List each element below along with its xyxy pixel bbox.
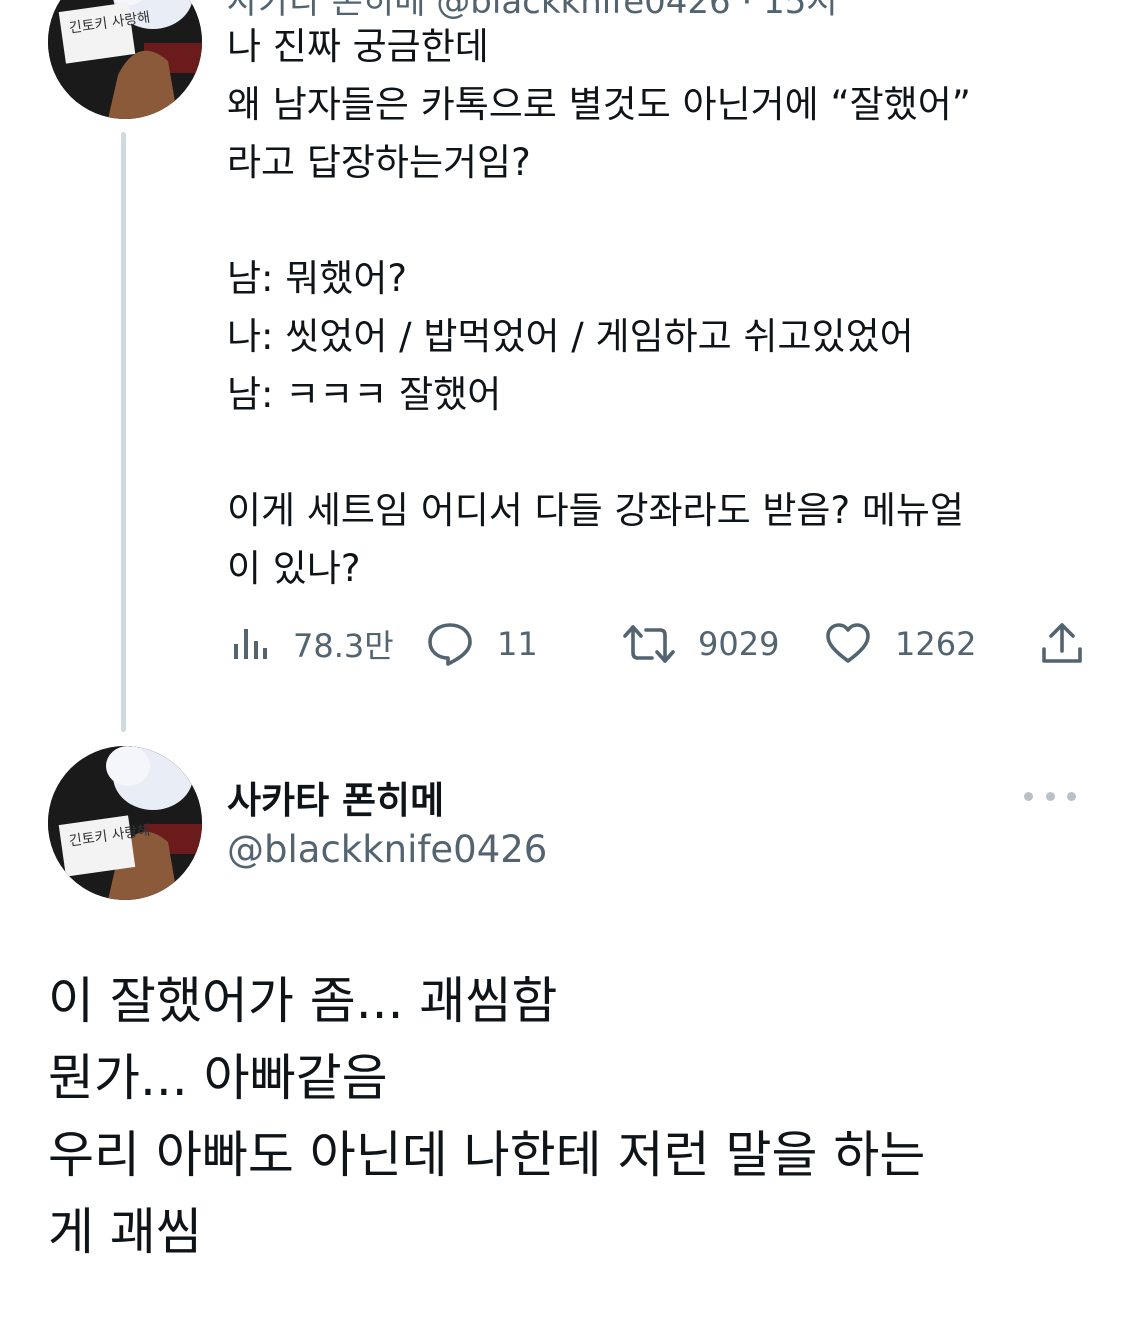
thread-connector-line: [121, 132, 126, 732]
tweet-text: 나 진짜 궁금한데 왜 남자들은 카톡으로 별것도 아닌거에 “잘했어” 라고 …: [227, 25, 971, 590]
retweet-button[interactable]: 9029: [622, 612, 779, 676]
avatar-image: 긴토키 사랑해: [48, 746, 202, 900]
author-name[interactable]: 사카타 폰히메: [227, 770, 444, 824]
author-handle[interactable]: @blackknife0426: [227, 828, 547, 871]
retweet-count: 9029: [698, 625, 780, 663]
views-button[interactable]: 78.3만: [227, 612, 394, 676]
heart-icon: [826, 623, 870, 663]
more-dots-icon[interactable]: [1024, 782, 1076, 810]
reply-button[interactable]: 11: [425, 612, 538, 676]
reply-count: 11: [497, 625, 538, 663]
views-count: 78.3만: [293, 627, 394, 665]
like-button[interactable]: 1262: [823, 612, 976, 676]
dot: [1045, 791, 1055, 801]
tweet-text: 이 잘했어가 좀... 괘씸함 뭔가... 아빠같음 우리 아빠도 아닌데 나한…: [48, 972, 926, 1261]
dot: [1067, 791, 1076, 801]
avatar[interactable]: 긴토키 사랑해: [48, 746, 202, 900]
dot: [1024, 791, 1033, 801]
tweet-actions-bar: 78.3만 11 9029 1262: [227, 612, 1097, 676]
like-count: 1262: [895, 625, 977, 663]
retweet-icon: [623, 625, 675, 663]
share-upload-icon: [1042, 623, 1082, 663]
share-button[interactable]: [1039, 612, 1085, 676]
speech-bubble-icon: [428, 623, 472, 666]
avatar[interactable]: 긴토키 사랑해: [48, 0, 202, 119]
avatar-image: 긴토키 사랑해: [48, 0, 202, 119]
bar-chart-icon: [234, 629, 267, 659]
tweet-thread-screenshot: 긴토키 사랑해 사카타 폰히메 @blackknife0426 · 15시 나 …: [0, 0, 1125, 1323]
